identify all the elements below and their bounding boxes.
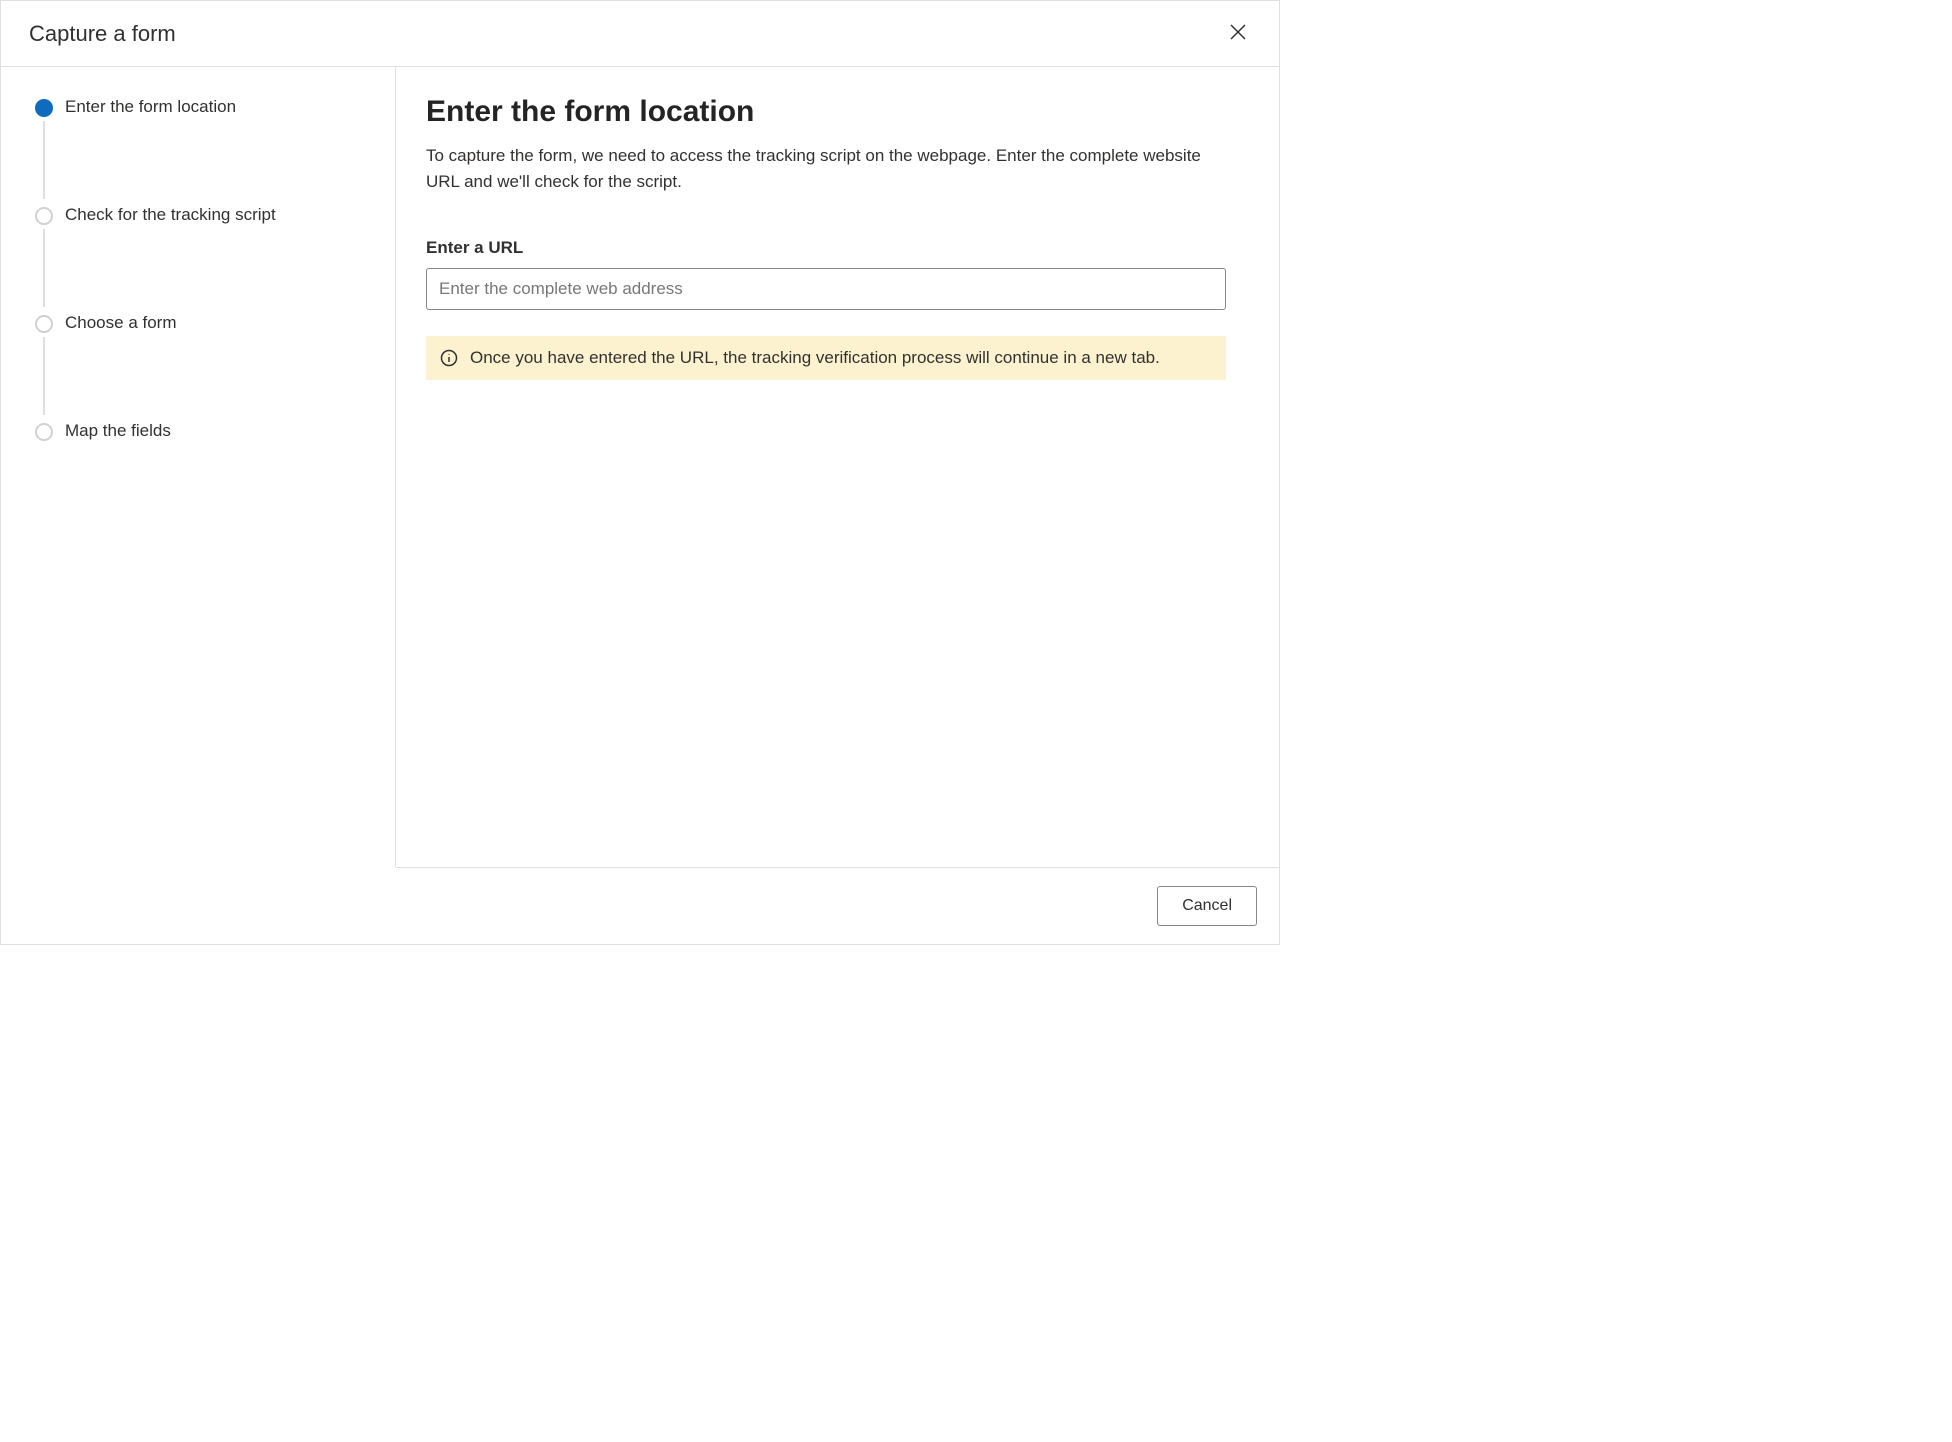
url-field-label: Enter a URL	[426, 238, 1249, 258]
step-indicator-icon	[35, 207, 53, 225]
dialog-footer: Cancel	[396, 867, 1279, 944]
close-button[interactable]	[1225, 19, 1251, 48]
dialog-header: Capture a form	[1, 1, 1279, 67]
step-connector	[43, 121, 45, 199]
close-icon	[1229, 23, 1247, 44]
main-panel: Enter the form location To capture the f…	[396, 67, 1279, 867]
step-connector	[43, 229, 45, 307]
url-input[interactable]	[426, 268, 1226, 310]
info-banner: Once you have entered the URL, the track…	[426, 336, 1226, 380]
step-label: Enter the form location	[65, 97, 236, 117]
dialog-body: Enter the form location Check for the tr…	[1, 67, 1279, 867]
step-indicator-icon	[35, 423, 53, 441]
steps-list: Enter the form location Check for the tr…	[35, 97, 367, 441]
info-icon	[440, 349, 458, 367]
page-description: To capture the form, we need to access t…	[426, 143, 1206, 194]
step-label: Check for the tracking script	[65, 205, 276, 225]
steps-sidebar: Enter the form location Check for the tr…	[1, 67, 396, 867]
info-text: Once you have entered the URL, the track…	[470, 348, 1160, 368]
step-choose-form[interactable]: Choose a form	[35, 313, 367, 421]
step-label: Map the fields	[65, 421, 171, 441]
step-label: Choose a form	[65, 313, 177, 333]
dialog-title: Capture a form	[29, 21, 176, 47]
page-title: Enter the form location	[426, 95, 1249, 129]
step-enter-form-location[interactable]: Enter the form location	[35, 97, 367, 205]
step-connector	[43, 337, 45, 415]
step-indicator-icon	[35, 315, 53, 333]
cancel-button[interactable]: Cancel	[1157, 886, 1257, 926]
step-check-tracking-script[interactable]: Check for the tracking script	[35, 205, 367, 313]
step-indicator-icon	[35, 99, 53, 117]
step-map-fields[interactable]: Map the fields	[35, 421, 367, 441]
